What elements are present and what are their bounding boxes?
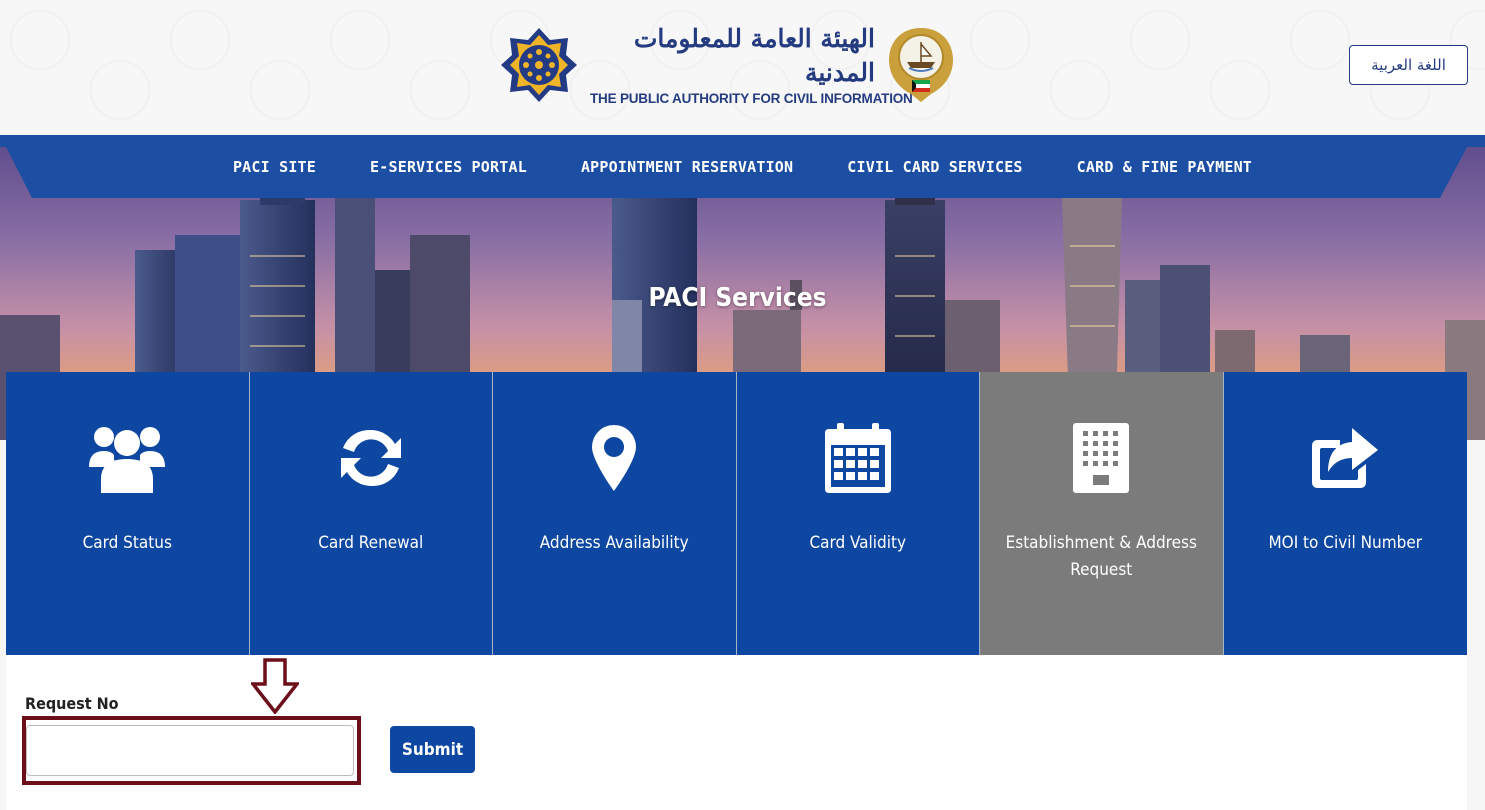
arabic-language-button[interactable]: اللغة العربية [1349, 45, 1468, 85]
submit-button[interactable]: Submit [390, 726, 475, 773]
tile-label: Card Validity [809, 533, 907, 553]
site-header: الهيئة العامة للمعلومات المدنية THE PUBL… [0, 0, 1485, 135]
share-icon [1312, 428, 1379, 488]
building-icon [1073, 423, 1130, 493]
nav-appointment-reservation[interactable]: APPOINTMENT RESERVATION [581, 158, 793, 176]
users-icon [89, 427, 166, 493]
service-tiles: Card Status Card Renewal Address Availab… [6, 372, 1467, 655]
page-title: PACI Services [648, 283, 827, 313]
nav-paci-site[interactable]: PACI SITE [233, 158, 316, 176]
tile-label: Establishment & Address Request [1005, 533, 1197, 580]
nav-e-services-portal[interactable]: E-SERVICES PORTAL [370, 158, 527, 176]
logo-arabic-text: الهيئة العامة للمعلومات المدنية [633, 24, 876, 87]
nav-civil-card-services[interactable]: CIVIL CARD SERVICES [847, 158, 1022, 176]
request-no-label: Request No [25, 694, 119, 713]
tile-label: Card Status [82, 533, 172, 553]
tile-card-status[interactable]: Card Status [6, 372, 250, 655]
paci-logo[interactable]: الهيئة العامة للمعلومات المدنية THE PUBL… [500, 22, 960, 108]
tile-card-renewal[interactable]: Card Renewal [249, 372, 493, 655]
tile-card-validity[interactable]: Card Validity [736, 372, 980, 655]
map-marker-icon [592, 425, 637, 491]
logo-english-text: THE PUBLIC AUTHORITY FOR CIVIL INFORMATI… [590, 91, 913, 106]
tile-address-availability[interactable]: Address Availability [493, 372, 737, 655]
tile-establishment-address-request[interactable]: Establishment & Address Request [980, 372, 1224, 655]
tile-label: Address Availability [539, 533, 689, 553]
down-arrow-annotation-icon [251, 658, 299, 714]
tile-label: MOI to Civil Number [1268, 533, 1423, 553]
logo-text: الهيئة العامة للمعلومات المدنية THE PUBL… [590, 22, 913, 108]
calendar-icon [824, 423, 891, 493]
tile-label: Card Renewal [318, 533, 424, 553]
refresh-icon [340, 429, 401, 487]
main-nav: PACI SITE E-SERVICES PORTAL APPOINTMENT … [0, 135, 1485, 198]
request-no-input[interactable] [26, 725, 354, 776]
kuwait-crest-icon [889, 28, 953, 102]
paci-emblem-icon [501, 28, 577, 102]
tile-moi-to-civil-number[interactable]: MOI to Civil Number [1223, 372, 1467, 655]
nav-card-fine-payment[interactable]: CARD & FINE PAYMENT [1077, 158, 1252, 176]
